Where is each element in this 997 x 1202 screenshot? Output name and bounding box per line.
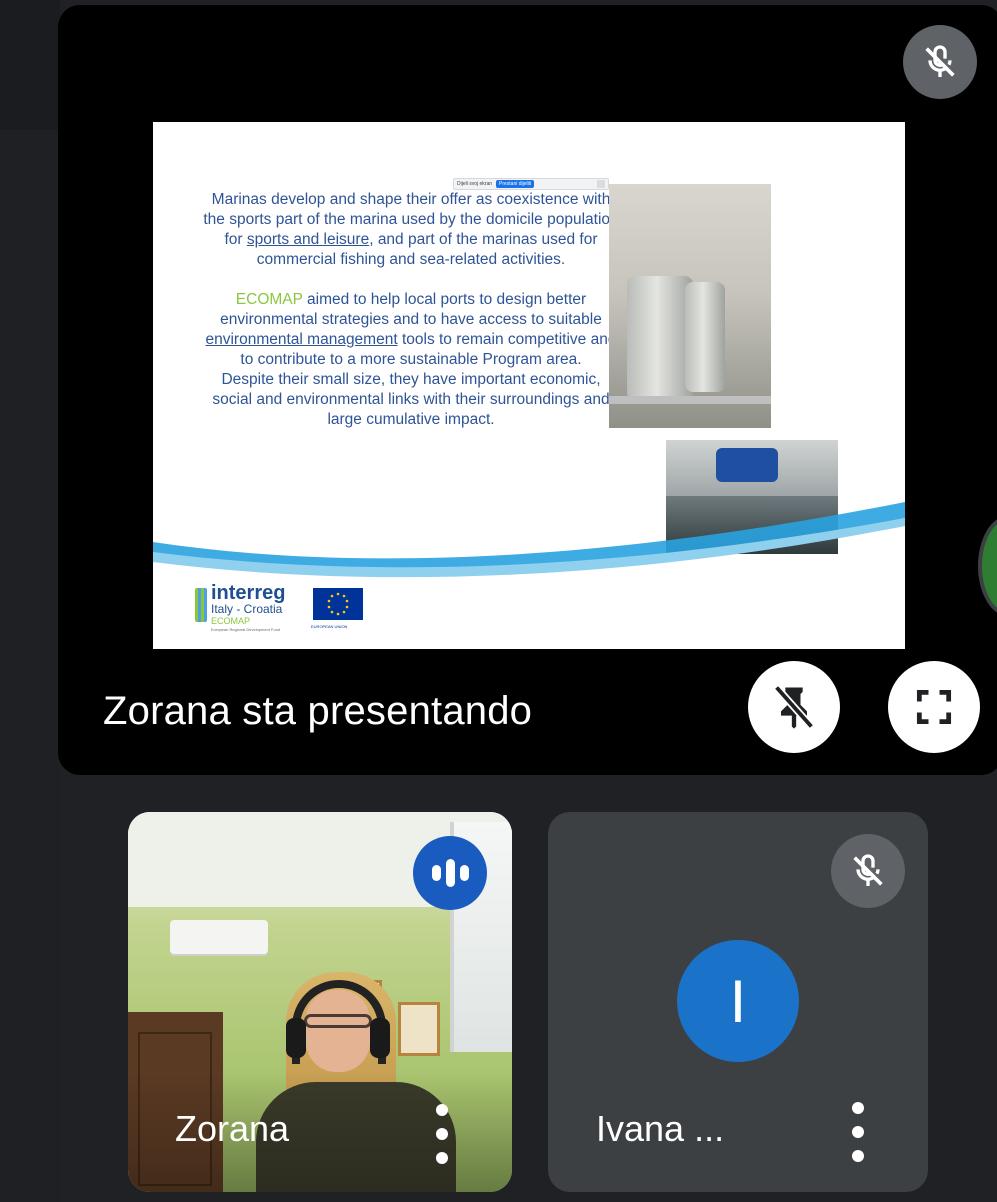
participant-name: Ivana ... bbox=[596, 1108, 725, 1149]
interreg-logo: interreg Italy - Croatia ECOMAP European… bbox=[193, 582, 368, 642]
fullscreen-icon bbox=[916, 689, 952, 725]
unpin-icon bbox=[773, 685, 815, 729]
interreg-bars bbox=[195, 588, 207, 622]
filter-cylinder bbox=[627, 276, 693, 400]
mic-off-glyph bbox=[925, 45, 955, 77]
presentation-tile[interactable]: Dijeli svoj ekran Prestani dijeliti Mari… bbox=[58, 5, 997, 775]
share-bar-text: Dijeli svoj ekran bbox=[457, 181, 493, 187]
left-edge-shade bbox=[0, 0, 60, 130]
shared-slide: Dijeli svoj ekran Prestani dijeliti Mari… bbox=[153, 122, 905, 649]
eu-label: EUROPEAN UNION bbox=[311, 624, 348, 629]
eu-flag bbox=[313, 588, 363, 620]
unpin-button[interactable] bbox=[748, 661, 840, 753]
logo-region: Italy - Croatia bbox=[211, 602, 283, 616]
eu-stars bbox=[327, 592, 349, 616]
floor-rail bbox=[609, 396, 771, 404]
ecomap-brand: ECOMAP bbox=[235, 291, 303, 308]
logo-project: ECOMAP bbox=[211, 616, 251, 626]
avatar: I bbox=[677, 940, 799, 1062]
video-air-conditioner bbox=[170, 920, 268, 954]
p2-underline: environmental management bbox=[205, 331, 398, 348]
participant-tile-zorana[interactable]: Zorana bbox=[128, 812, 512, 1192]
screen-share-bar: Dijeli svoj ekran Prestani dijeliti bbox=[453, 178, 609, 190]
more-vert-icon[interactable] bbox=[848, 1102, 868, 1162]
p1-underline: sports and leisure bbox=[246, 231, 370, 248]
pump-motor bbox=[716, 448, 778, 482]
mic-off-glyph bbox=[853, 854, 883, 886]
mic-off-icon bbox=[903, 25, 977, 99]
mic-off-icon bbox=[831, 834, 905, 908]
presenting-label: Zorana sta presentando bbox=[103, 689, 533, 733]
filter-cylinder bbox=[685, 282, 725, 392]
stop-sharing-button[interactable]: Prestani dijeliti bbox=[496, 180, 535, 188]
fullscreen-button[interactable] bbox=[888, 661, 980, 753]
participant-tile-ivana[interactable]: I Ivana ... bbox=[548, 812, 928, 1192]
slide-photo-filters bbox=[609, 184, 771, 428]
more-vert-icon[interactable] bbox=[432, 1104, 452, 1164]
slide-paragraph-1: Marinas develop and shape their offer as… bbox=[201, 190, 621, 270]
participant-name: Zorana bbox=[175, 1108, 290, 1149]
left-edge bbox=[0, 0, 60, 1202]
slide-wave bbox=[153, 502, 905, 578]
logo-fund: European Regional Development Fund bbox=[211, 627, 281, 632]
slide-paragraph-3: Despite their small size, they have impo… bbox=[212, 371, 610, 428]
share-bar-hide-icon[interactable] bbox=[597, 180, 605, 188]
slide-paragraph-2: ECOMAP aimed to help local ports to desi… bbox=[201, 290, 621, 370]
slide-body-text: Marinas develop and shape their offer as… bbox=[201, 190, 621, 430]
speaking-icon bbox=[413, 836, 487, 910]
